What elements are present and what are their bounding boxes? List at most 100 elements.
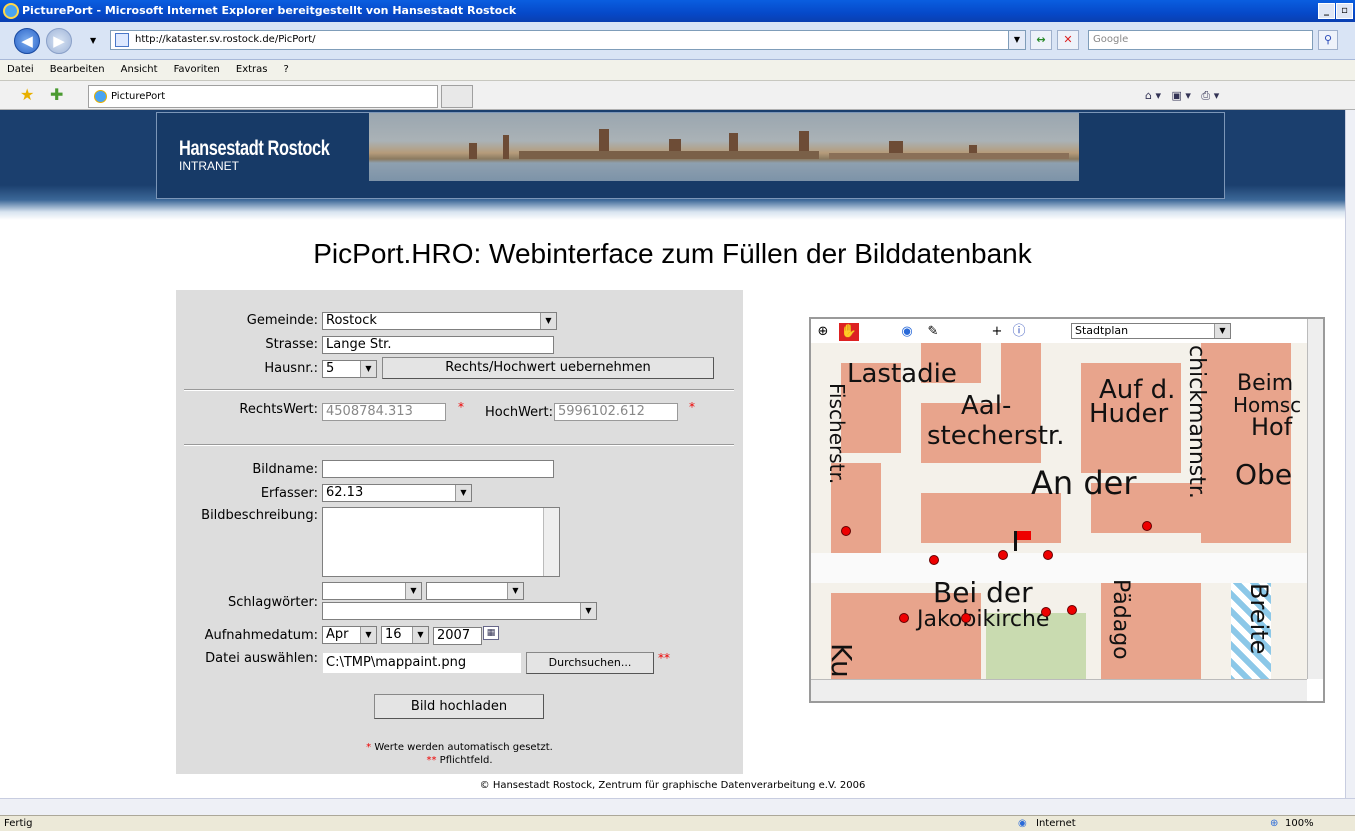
brush-icon[interactable]: ✎: [923, 323, 943, 341]
rechtswert-input[interactable]: 4508784.313: [322, 403, 446, 421]
day-value: 16: [385, 627, 402, 642]
day-select[interactable]: 16 ▼: [381, 626, 429, 644]
logo: Hansestadt Rostock INTRANET: [179, 137, 372, 173]
refresh-icon[interactable]: ↔: [1030, 30, 1052, 50]
note-required-text: Pflichtfeld.: [439, 755, 493, 766]
menu-extras[interactable]: Extras: [236, 64, 268, 75]
search-icon[interactable]: ⚲: [1318, 30, 1338, 50]
chevron-down-icon: ▼: [507, 583, 523, 599]
datei-label: Datei auswählen:: [205, 651, 318, 666]
aufnahmedatum-label: Aufnahmedatum:: [204, 628, 318, 643]
status-text: Fertig: [4, 818, 33, 829]
file-input[interactable]: C:\TMP\mappaint.png: [322, 652, 522, 674]
bildbeschreibung-label: Bildbeschreibung:: [201, 508, 318, 523]
crosshair-icon[interactable]: +: [987, 323, 1007, 341]
hausnr-select[interactable]: 5 ▼: [322, 360, 377, 378]
address-input[interactable]: http://kataster.sv.rostock.de/PicPort/: [110, 30, 1015, 50]
textarea-scrollbar[interactable]: [543, 508, 559, 576]
back-icon[interactable]: ◀: [14, 28, 40, 54]
page-horizontal-scrollbar[interactable]: [0, 798, 1355, 815]
upload-button[interactable]: Bild hochladen: [374, 694, 544, 719]
minimize-icon[interactable]: _: [1318, 3, 1335, 19]
strasse-input[interactable]: Lange Str.: [322, 336, 554, 354]
erfasser-value: 62.13: [326, 485, 364, 500]
header-banner: Hansestadt Rostock INTRANET: [0, 110, 1345, 220]
schlagwort-select-3[interactable]: ▼: [322, 602, 597, 620]
calendar-icon[interactable]: ▦: [483, 626, 499, 640]
map-label: Aal-: [961, 391, 1012, 421]
photo-point-marker[interactable]: [961, 613, 971, 623]
maximize-icon[interactable]: ▫: [1336, 3, 1353, 19]
address-dropdown-icon[interactable]: ▼: [1008, 30, 1026, 50]
pan-hand-icon[interactable]: ✋: [839, 323, 859, 341]
add-favorite-icon[interactable]: ✚: [50, 85, 63, 104]
chevron-down-icon: ▼: [405, 583, 421, 599]
menu-ansicht[interactable]: Ansicht: [121, 64, 158, 75]
zoom-in-icon[interactable]: ⊕: [813, 323, 833, 341]
photo-point-marker[interactable]: [998, 550, 1008, 560]
bildname-input[interactable]: [322, 460, 554, 478]
print-icon[interactable]: ⎙: [1201, 89, 1210, 102]
page-icon: [115, 33, 129, 47]
erfasser-select[interactable]: 62.13 ▼: [322, 484, 472, 502]
menu-bearbeiten[interactable]: Bearbeiten: [50, 64, 105, 75]
map-layer-select[interactable]: Stadtplan ▼: [1071, 323, 1231, 339]
hausnr-value: 5: [326, 361, 335, 376]
schlagwoerter-label: Schlagwörter:: [228, 595, 318, 610]
stop-icon[interactable]: ✕: [1057, 30, 1079, 50]
skyline-photo: [369, 113, 1079, 181]
menu-datei[interactable]: Datei: [7, 64, 34, 75]
zoom-level[interactable]: 100%: [1285, 816, 1314, 831]
note-auto: * Werte werden automatisch gesetzt.: [176, 742, 743, 753]
search-input[interactable]: Google: [1088, 30, 1313, 50]
hochwert-input[interactable]: 5996102.612: [554, 403, 678, 421]
hochwert-label: HochWert:: [484, 405, 553, 420]
tab-ie-icon: [94, 90, 107, 103]
tab-pictureport[interactable]: PicturePort: [88, 85, 438, 108]
divider: [184, 444, 734, 446]
home-icon[interactable]: ⌂: [1145, 89, 1152, 102]
menu-favoriten[interactable]: Favoriten: [174, 64, 220, 75]
gemeinde-select[interactable]: Rostock ▼: [322, 312, 557, 330]
page-vertical-scrollbar[interactable]: [1345, 110, 1355, 798]
logo-subtitle: INTRANET: [179, 159, 239, 173]
browse-button[interactable]: Durchsuchen...: [526, 652, 654, 674]
info-icon[interactable]: ⓘ: [1009, 323, 1029, 341]
page-title: PicPort.HRO: Webinterface zum Füllen der…: [313, 238, 1032, 269]
gemeinde-label: Gemeinde:: [246, 313, 318, 328]
map-label: Jakobikirche: [917, 607, 1050, 632]
address-url: http://kataster.sv.rostock.de/PicPort/: [135, 34, 316, 45]
gemeinde-value: Rostock: [326, 313, 377, 328]
globe-icon[interactable]: ◉: [897, 323, 917, 341]
new-tab-button[interactable]: [441, 85, 473, 108]
photo-point-marker[interactable]: [929, 555, 939, 565]
photo-point-marker[interactable]: [1067, 605, 1077, 615]
photo-point-marker[interactable]: [899, 613, 909, 623]
map-horizontal-scrollbar[interactable]: [811, 679, 1307, 701]
photo-point-marker[interactable]: [1043, 550, 1053, 560]
favorites-star-icon[interactable]: ★: [20, 85, 34, 104]
divider: [184, 389, 734, 391]
bildbeschreibung-textarea[interactable]: [322, 507, 560, 577]
map-label: Homsc: [1233, 393, 1302, 417]
required-marker: **: [658, 651, 670, 665]
rechtswert-label: RechtsWert:: [239, 402, 318, 417]
zone-label: Internet: [1036, 818, 1076, 829]
photo-point-marker[interactable]: [841, 526, 851, 536]
month-select[interactable]: Apr ▼: [322, 626, 377, 644]
rechts-hochwert-button[interactable]: Rechts/Hochwert uebernehmen: [382, 357, 714, 379]
forward-icon[interactable]: ▶: [46, 28, 72, 54]
map-vertical-scrollbar[interactable]: [1307, 319, 1323, 679]
feeds-icon[interactable]: ▣: [1172, 89, 1182, 102]
schlagwort-select-2[interactable]: ▼: [426, 582, 524, 600]
photo-point-marker[interactable]: [1041, 607, 1051, 617]
schlagwort-select-1[interactable]: ▼: [322, 582, 422, 600]
internet-zone-icon: ◉: [1018, 818, 1027, 829]
menu-help[interactable]: ?: [284, 64, 289, 75]
map-canvas[interactable]: Lastadie Aal- stecherstr. Auf d. Huder c…: [811, 343, 1307, 679]
upload-form: Gemeinde: Rostock ▼ Strasse: Lange Str. H…: [176, 290, 743, 774]
photo-point-marker[interactable]: [1142, 521, 1152, 531]
month-value: Apr: [326, 627, 349, 642]
history-dropdown-icon[interactable]: ▼: [90, 36, 96, 45]
year-input[interactable]: 2007: [433, 627, 482, 645]
